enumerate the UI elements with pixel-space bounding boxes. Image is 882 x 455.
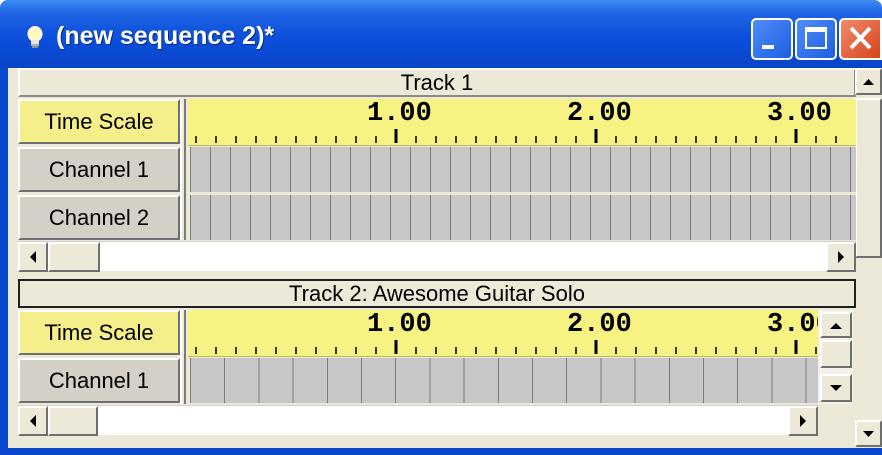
ruler-ticks bbox=[195, 129, 837, 143]
ruler-mark-3: 3.00 bbox=[767, 310, 818, 340]
track-1-scroll-right-button[interactable] bbox=[826, 242, 856, 272]
track-2-time-ruler[interactable]: 1.00 2.00 3.00 bbox=[188, 310, 818, 357]
ruler-mark-1: 1.00 bbox=[367, 99, 432, 129]
track-1-channel-1-label[interactable]: Channel 1 bbox=[18, 147, 180, 192]
minimize-icon bbox=[762, 45, 774, 49]
window-left-border bbox=[0, 68, 8, 455]
track-2-horizontal-scroll-thumb[interactable] bbox=[48, 406, 98, 436]
arrow-up-icon bbox=[830, 323, 842, 329]
sequence-window: (new sequence 2)* Track 1 Time Scale 1.0… bbox=[0, 0, 882, 455]
close-button[interactable] bbox=[839, 18, 882, 60]
ruler-mark-2: 2.00 bbox=[567, 99, 632, 129]
track-1-scroll-left-button[interactable] bbox=[18, 242, 48, 272]
scrollbar-corner bbox=[818, 405, 855, 435]
track-2-scroll-left-button[interactable] bbox=[18, 406, 48, 436]
ruler-mark-2: 2.00 bbox=[567, 310, 632, 340]
ruler-mark-1: 1.00 bbox=[367, 310, 432, 340]
maximize-button[interactable] bbox=[795, 18, 837, 60]
track-1-channel-2-grid[interactable] bbox=[190, 195, 856, 240]
ruler-mark-3: 3.00 bbox=[767, 99, 832, 129]
arrow-left-icon bbox=[30, 415, 36, 427]
track-2-label-splitter[interactable] bbox=[180, 310, 186, 404]
track-1-label-splitter[interactable] bbox=[180, 99, 186, 240]
track-1-channel-2-label[interactable]: Channel 2 bbox=[18, 195, 180, 240]
track-2-horizontal-scrollbar[interactable] bbox=[18, 405, 818, 436]
client-area: Track 1 Time Scale 1.00 2.00 3.00 Channe… bbox=[8, 68, 882, 448]
track-1-time-ruler[interactable]: 1.00 2.00 3.00 bbox=[188, 99, 856, 146]
arrow-up-icon bbox=[863, 79, 874, 85]
arrow-down-icon bbox=[863, 431, 874, 437]
arrow-left-icon bbox=[30, 251, 36, 263]
track-2-scroll-right-button[interactable] bbox=[788, 406, 818, 436]
arrow-right-icon bbox=[800, 415, 806, 427]
main-scroll-down-button[interactable] bbox=[855, 420, 882, 447]
lightbulb-icon bbox=[27, 26, 43, 48]
track-1-horizontal-scrollbar[interactable] bbox=[18, 241, 856, 272]
maximize-icon bbox=[805, 27, 827, 49]
track-2-vertical-scroll-thumb[interactable] bbox=[820, 340, 852, 368]
track-1-channel-1-grid[interactable] bbox=[190, 147, 856, 192]
track-2-scroll-down-button[interactable] bbox=[820, 374, 852, 402]
arrow-right-icon bbox=[838, 251, 844, 263]
track-2-header[interactable]: Track 2: Awesome Guitar Solo bbox=[18, 279, 856, 308]
ruler-ticks bbox=[195, 340, 817, 354]
main-scroll-up-button[interactable] bbox=[855, 68, 882, 95]
track-2-time-scale-label[interactable]: Time Scale bbox=[18, 310, 180, 355]
track-2-scroll-up-button[interactable] bbox=[820, 312, 852, 338]
close-icon bbox=[849, 26, 872, 50]
window-title: (new sequence 2)* bbox=[56, 22, 275, 50]
track-2-channel-1-label[interactable]: Channel 1 bbox=[18, 358, 180, 403]
track-2-channel-1-grid[interactable] bbox=[190, 358, 818, 403]
track-1-horizontal-scroll-thumb[interactable] bbox=[48, 242, 100, 272]
track-1-header[interactable]: Track 1 bbox=[18, 68, 856, 97]
arrow-down-icon bbox=[830, 385, 842, 391]
window-bottom-border bbox=[0, 448, 882, 455]
minimize-button[interactable] bbox=[751, 18, 793, 60]
track-1-time-scale-label[interactable]: Time Scale bbox=[18, 99, 180, 144]
main-vertical-scroll-thumb[interactable] bbox=[855, 98, 882, 258]
title-bar[interactable]: (new sequence 2)* bbox=[0, 0, 882, 68]
